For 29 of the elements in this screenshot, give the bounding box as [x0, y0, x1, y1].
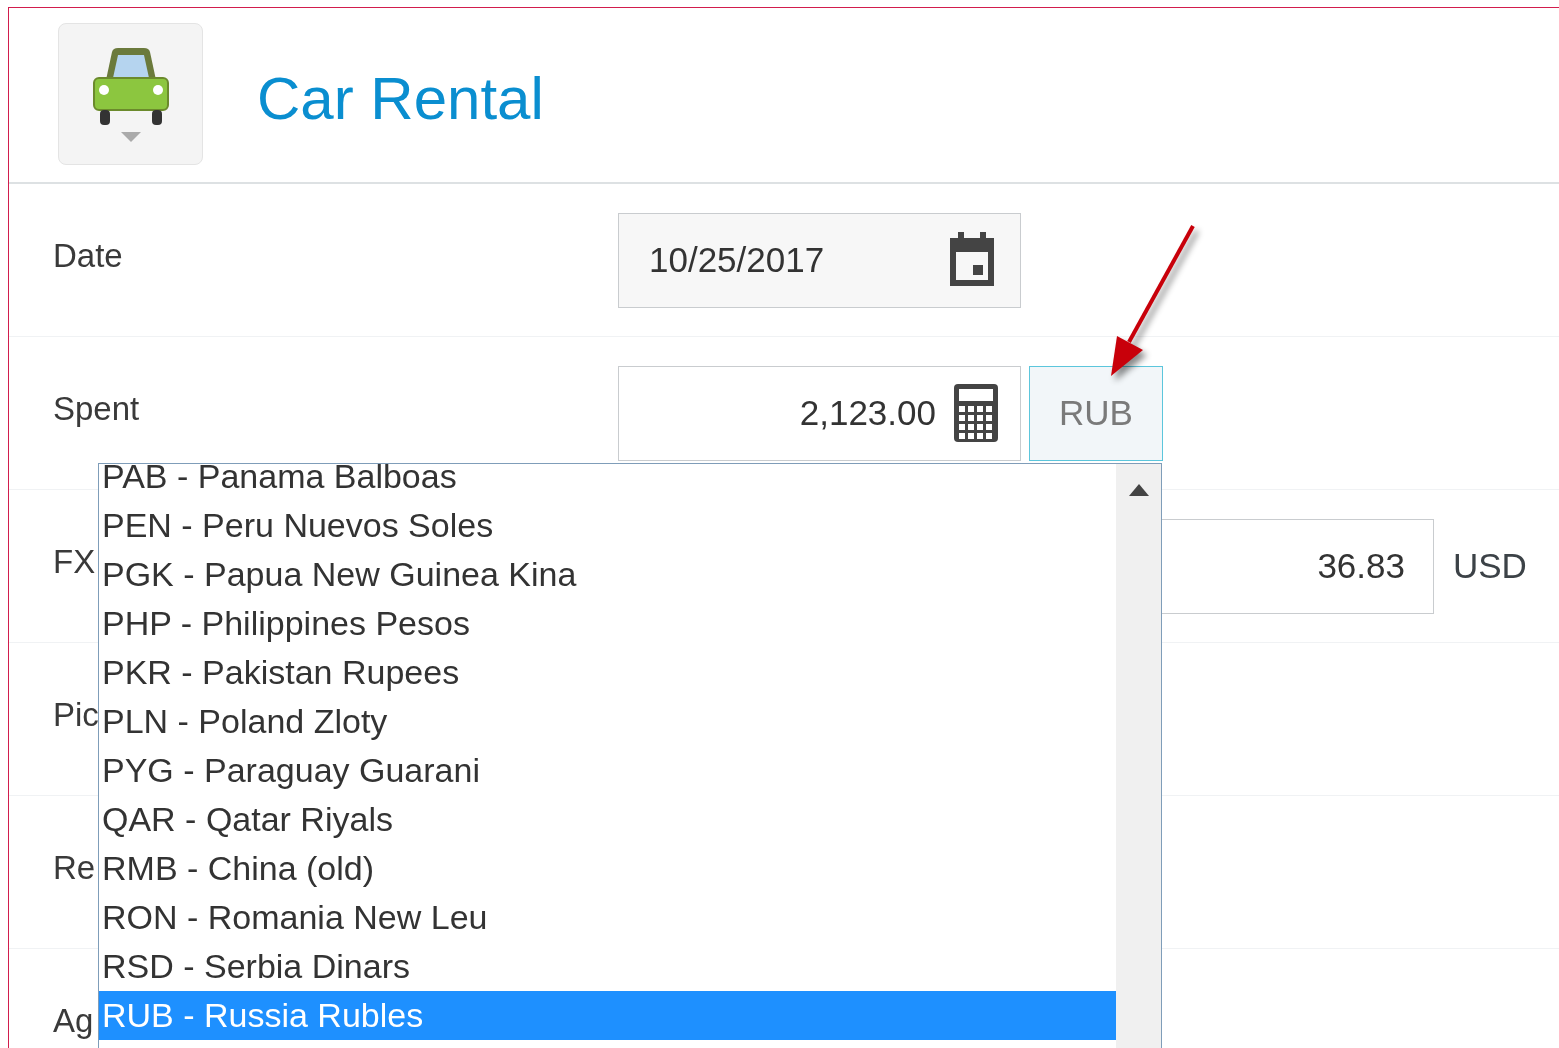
- dropdown-option[interactable]: PGK - Papua New Guinea Kina: [99, 550, 1116, 599]
- dropdown-option[interactable]: PLN - Poland Zloty: [99, 697, 1116, 746]
- field-label: Spent: [53, 390, 140, 427]
- field-label: FX: [53, 543, 96, 580]
- dropdown-option[interactable]: PYG - Paraguay Guarani: [99, 746, 1116, 795]
- icon-picker-button[interactable]: [58, 23, 203, 165]
- field-label: Date: [53, 237, 123, 274]
- calculator-icon[interactable]: [954, 384, 998, 442]
- calendar-icon[interactable]: [948, 232, 996, 288]
- currency-select[interactable]: RUB: [1029, 365, 1163, 461]
- date-field[interactable]: 10/25/2017: [618, 212, 1021, 308]
- dropdown-option[interactable]: RSD - Serbia Dinars: [99, 942, 1116, 991]
- page-title: Car Rental: [257, 64, 544, 133]
- dropdown-option[interactable]: PHP - Philippines Pesos: [99, 599, 1116, 648]
- dropdown-option[interactable]: PKR - Pakistan Rupees: [99, 648, 1116, 697]
- dropdown-option[interactable]: PAB - Panama Balboas: [99, 464, 1116, 501]
- scrollbar[interactable]: [1116, 464, 1161, 1048]
- dropdown-option[interactable]: QAR - Qatar Riyals: [99, 795, 1116, 844]
- dropdown-option[interactable]: PEN - Peru Nuevos Soles: [99, 501, 1116, 550]
- field-label: Re: [53, 849, 96, 886]
- amount-field[interactable]: 2,123.00: [618, 365, 1021, 461]
- dropdown-option[interactable]: RON - Romania New Leu: [99, 893, 1116, 942]
- field-label: Ag: [53, 1002, 94, 1039]
- currency-label: USD: [1453, 546, 1527, 586]
- car-icon: [91, 46, 170, 128]
- scroll-up-icon[interactable]: [1128, 484, 1149, 496]
- caret-icon: [120, 132, 141, 142]
- field-label: Pic: [53, 696, 99, 733]
- dropdown-option[interactable]: RMB - China (old): [99, 844, 1116, 893]
